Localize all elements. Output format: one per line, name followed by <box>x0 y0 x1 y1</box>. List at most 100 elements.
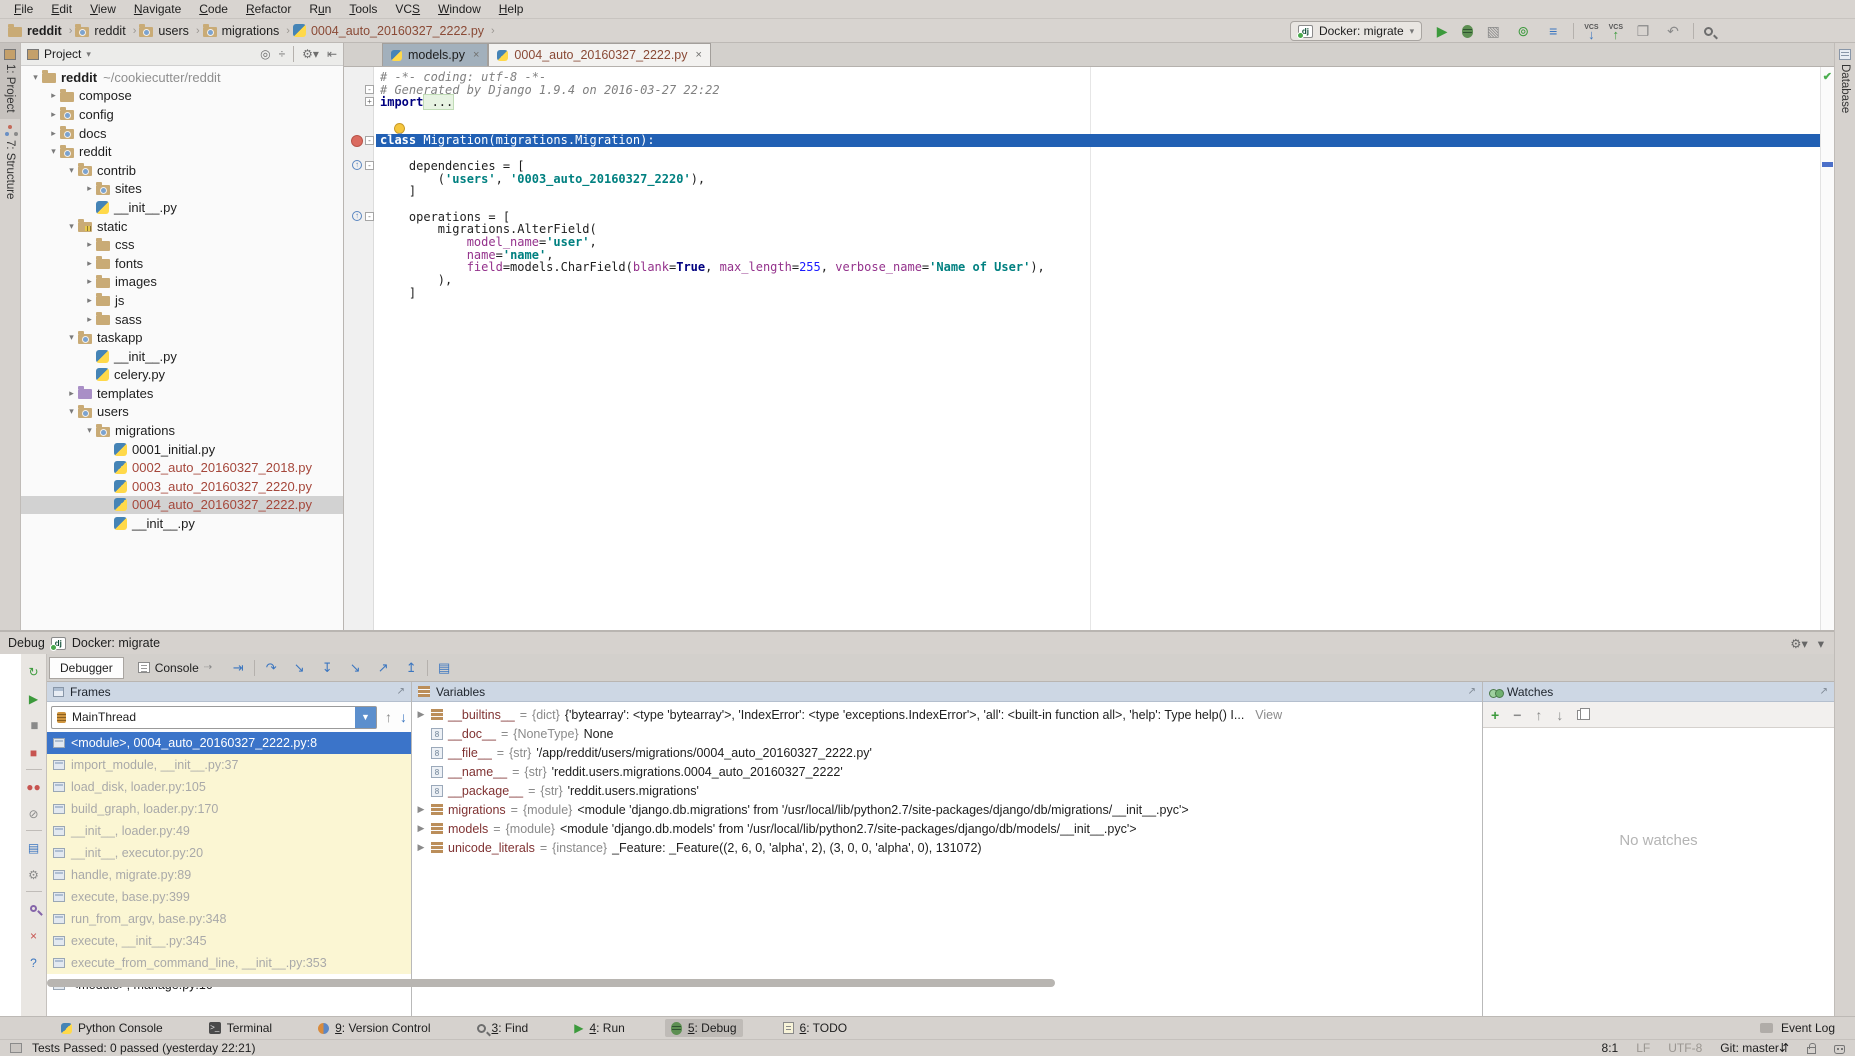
toolwindow-button-terminal[interactable]: >_Terminal <box>203 1019 278 1037</box>
close-tab-icon[interactable]: × <box>473 49 479 61</box>
tree-toggle-icon[interactable]: ▸ <box>83 295 96 306</box>
tree-toggle-icon[interactable]: ▾ <box>65 406 78 417</box>
float-panel-icon[interactable]: ↗ <box>397 686 405 697</box>
encoding[interactable]: UTF-8 <box>1668 1041 1702 1055</box>
editor-gutter[interactable]: ↑↑-+--- <box>344 67 374 630</box>
hide-debug-panel-icon[interactable]: ▾ <box>1818 636 1824 651</box>
tree-row-0002_auto_20160327_2018-py[interactable]: 0002_auto_20160327_2018.py <box>21 458 343 477</box>
tree-row-0001_initial-py[interactable]: 0001_initial.py <box>21 440 343 459</box>
variable-row[interactable]: 8__file__ = {str}'/app/reddit/users/migr… <box>412 743 1482 762</box>
tree-toggle-icon[interactable]: ▸ <box>47 90 60 101</box>
close-icon[interactable]: × <box>21 922 46 949</box>
frame-row[interactable]: execute_from_command_line, __init__.py:3… <box>47 952 411 974</box>
expand-icon[interactable]: ▶ <box>416 842 426 853</box>
run-configuration-selector[interactable]: djDocker: migrate▾ <box>1290 21 1422 41</box>
menu-view[interactable]: View <box>82 1 124 17</box>
previous-frame-icon[interactable]: ↑ <box>385 709 392 725</box>
line-ending[interactable]: LF <box>1636 1041 1650 1055</box>
run-button[interactable]: ▶ <box>1432 21 1452 41</box>
tree-toggle-icon[interactable]: ▸ <box>83 258 96 269</box>
tree-row-users[interactable]: ▾users <box>21 403 343 422</box>
toolwindow-button-python-console[interactable]: Python Console <box>55 1019 169 1037</box>
move-up-icon[interactable]: ↑ <box>1535 707 1542 723</box>
debug-settings-gear-icon[interactable]: ⚙▾ <box>1790 636 1807 651</box>
coverage-button[interactable]: ▧ <box>1483 21 1503 41</box>
intention-bulb-icon[interactable] <box>394 123 405 134</box>
tree-row-reddit[interactable]: ▾reddit <box>21 142 343 161</box>
toolwindow-button-find[interactable]: 3: Find <box>471 1019 535 1037</box>
variable-row[interactable]: ▶migrations = {module}<module 'django.db… <box>412 800 1482 819</box>
mute-breakpoints-icon[interactable]: ⊘ <box>21 800 46 827</box>
tree-row-0004_auto_20160327_2222-py[interactable]: 0004_auto_20160327_2222.py <box>21 496 343 515</box>
variable-row[interactable]: 8__package__ = {str}'reddit.users.migrat… <box>412 781 1482 800</box>
tree-row-__init__-py[interactable]: __init__.py <box>21 514 343 533</box>
tree-row-css[interactable]: ▸css <box>21 235 343 254</box>
tree-row-images[interactable]: ▸images <box>21 273 343 292</box>
toolwindow-switcher-icon[interactable] <box>10 1043 22 1053</box>
debug-tab-debugger[interactable]: Debugger <box>49 657 124 679</box>
stop-icon[interactable]: ■ <box>21 739 46 766</box>
fold-marker-icon[interactable]: + <box>365 97 374 106</box>
show-execution-point-icon[interactable]: ⇥ <box>226 660 250 676</box>
expand-icon[interactable]: ▶ <box>416 804 426 815</box>
fold-marker-icon[interactable]: - <box>365 136 374 145</box>
tree-toggle-icon[interactable]: ▸ <box>83 276 96 287</box>
debug-horizontal-scrollbar[interactable] <box>47 979 1055 987</box>
menu-file[interactable]: File <box>6 1 41 17</box>
float-panel-icon[interactable]: ↗ <box>1468 686 1476 697</box>
pause-icon[interactable]: ▮▮ <box>21 712 46 739</box>
breakpoint-icon[interactable] <box>351 135 363 147</box>
tree-toggle-icon[interactable]: ▾ <box>65 332 78 343</box>
variable-row[interactable]: 8__name__ = {str}'reddit.users.migration… <box>412 762 1482 781</box>
tree-row-compose[interactable]: ▸compose <box>21 87 343 106</box>
menu-vcs[interactable]: VCS <box>387 1 428 17</box>
tree-row-templates[interactable]: ▸templates <box>21 384 343 403</box>
menu-help[interactable]: Help <box>491 1 532 17</box>
hide-panel-icon[interactable]: ⇤ <box>327 47 337 61</box>
tree-row-sites[interactable]: ▸sites <box>21 180 343 199</box>
settings-gear-icon[interactable]: ⚙▾ <box>302 47 319 61</box>
breadcrumb-item[interactable]: reddit <box>75 24 125 38</box>
menu-edit[interactable]: Edit <box>43 1 80 17</box>
toolwindow-button-todo[interactable]: 6: TODO <box>777 1019 854 1037</box>
step-out-icon[interactable]: ↗ <box>371 660 395 676</box>
tree-toggle-icon[interactable]: ▸ <box>65 388 78 399</box>
vcs-update-button[interactable]: VCS↓ <box>1584 24 1598 38</box>
tree-toggle-icon[interactable]: ▾ <box>47 146 60 157</box>
frame-row[interactable]: __init__, executor.py:20 <box>47 842 411 864</box>
expand-icon[interactable]: ▶ <box>416 709 426 720</box>
expand-icon[interactable]: ▶ <box>416 823 426 834</box>
force-step-into-icon[interactable]: ↘ <box>343 660 367 676</box>
caret-position[interactable]: 8:1 <box>1602 1041 1619 1055</box>
frame-row[interactable]: execute, __init__.py:345 <box>47 930 411 952</box>
profiler-button[interactable]: ⊚ <box>1513 21 1533 41</box>
tree-toggle-icon[interactable]: ▸ <box>83 239 96 250</box>
hector-highlighting-icon[interactable] <box>1834 1045 1845 1054</box>
tree-toggle-icon[interactable]: ▸ <box>83 183 96 194</box>
tree-row-migrations[interactable]: ▾migrations <box>21 421 343 440</box>
search-everywhere-button[interactable] <box>1704 27 1713 36</box>
override-marker-icon[interactable]: ↑ <box>352 160 362 170</box>
tree-row-__init__-py[interactable]: __init__.py <box>21 198 343 217</box>
tree-row-config[interactable]: ▸config <box>21 105 343 124</box>
move-down-icon[interactable]: ↓ <box>1556 707 1563 723</box>
tree-toggle-icon[interactable]: ▸ <box>47 128 60 139</box>
debug-bug-button[interactable] <box>1462 25 1473 38</box>
menu-run[interactable]: Run <box>301 1 339 17</box>
menu-navigate[interactable]: Navigate <box>126 1 189 17</box>
tool-window-tab-database[interactable]: Database <box>1835 43 1855 119</box>
resume-icon[interactable]: ▶ <box>21 685 46 712</box>
breadcrumb-item[interactable]: migrations <box>203 24 280 38</box>
fold-marker-icon[interactable]: - <box>365 212 374 221</box>
view-value-link[interactable]: View <box>1255 708 1282 722</box>
tree-row-sass[interactable]: ▸sass <box>21 310 343 329</box>
frame-row[interactable]: import_module, __init__.py:37 <box>47 754 411 776</box>
variable-row[interactable]: ▶__builtins__ = {dict}{'bytearray': <typ… <box>412 705 1482 724</box>
editor-tab-models-py[interactable]: models.py× <box>382 43 488 66</box>
breadcrumb-item[interactable]: users <box>139 24 189 38</box>
breadcrumb-item[interactable]: 0004_auto_20160327_2222.py <box>293 24 484 38</box>
vcs-branch[interactable]: Git: master⇵ <box>1720 1041 1789 1055</box>
toolwindow-button-version-control[interactable]: 9: Version Control <box>312 1019 436 1037</box>
next-frame-icon[interactable]: ↓ <box>400 709 407 725</box>
tree-row-reddit[interactable]: ▾reddit~/cookiecutter/reddit <box>21 68 343 87</box>
